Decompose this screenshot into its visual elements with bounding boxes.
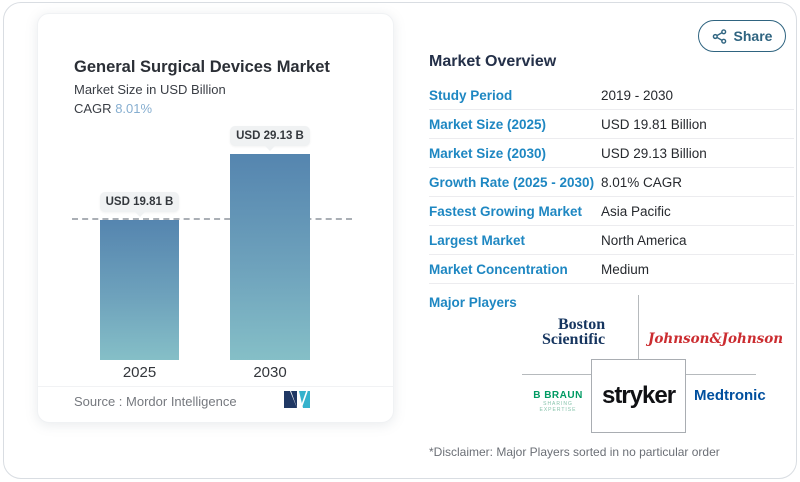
table-row-largest-market: Largest Market North America (429, 226, 794, 255)
infographic-page: Share General Surgical Devices Market Ma… (3, 2, 797, 479)
mordor-intelligence-logo (284, 390, 310, 409)
chart-subtitle: Market Size in USD Billion (74, 82, 226, 97)
bar-group-2030: USD 29.13 B (230, 126, 310, 360)
b-braun-name: B BRAUN (533, 390, 583, 401)
bar-group-2025: USD 19.81 B (100, 192, 179, 360)
share-icon (712, 28, 726, 44)
stryker-logo-box: stryker (591, 359, 686, 433)
chart-cagr: CAGR 8.01% (74, 101, 152, 116)
row-value: 8.01% CAGR (601, 174, 683, 190)
boston-scientific-line1: Boston (558, 316, 606, 333)
bar-value-chip-2025: USD 19.81 B (100, 192, 179, 212)
row-value: USD 29.13 Billion (601, 145, 707, 161)
row-value: Medium (601, 261, 650, 277)
card-footer-divider (38, 386, 393, 387)
cagr-value: 8.01% (115, 101, 153, 116)
bar-value-chip-2030: USD 29.13 B (230, 126, 310, 146)
share-button[interactable]: Share (698, 20, 786, 52)
chip-pointer (265, 146, 275, 151)
boston-scientific-logo: Boston Scientific (542, 316, 628, 348)
table-row-growth-rate: Growth Rate (2025 - 2030) 8.01% CAGR (429, 168, 794, 197)
players-divider-horizontal-right (686, 374, 756, 375)
players-divider-vertical (638, 295, 639, 360)
row-label: Market Size (2030) (429, 145, 547, 161)
row-value: Asia Pacific (601, 203, 671, 219)
x-axis-label-2030: 2030 (253, 364, 287, 381)
johnson-and-johnson-logo: Johnson&Johnson (648, 331, 784, 347)
table-row-market-size-2025: Market Size (2025) USD 19.81 Billion (429, 110, 794, 139)
bar-2025 (100, 220, 179, 360)
stryker-logo: stryker (601, 382, 676, 409)
major-players-label: Major Players (429, 295, 517, 310)
table-row-fastest-growing-market: Fastest Growing Market Asia Pacific (429, 197, 794, 226)
row-value: North America (601, 232, 687, 248)
row-label: Fastest Growing Market (429, 203, 583, 219)
source-text: Source : Mordor Intelligence (74, 394, 237, 409)
row-value: 2019 - 2030 (601, 87, 674, 103)
chart-title: General Surgical Devices Market (74, 58, 330, 76)
bar-2030 (230, 154, 310, 360)
b-braun-logo: B BRAUN SHARING EXPERTISE (528, 390, 588, 413)
row-label: Study Period (429, 87, 513, 103)
table-row-market-size-2030: Market Size (2030) USD 29.13 Billion (429, 139, 794, 168)
table-row-market-concentration: Market Concentration Medium (429, 255, 794, 284)
medtronic-logo: Medtronic (694, 387, 766, 404)
table-row-study-period: Study Period 2019 - 2030 (429, 81, 794, 110)
market-chart-card: General Surgical Devices Market Market S… (37, 13, 394, 423)
row-label: Market Size (2025) (429, 116, 547, 132)
row-label: Largest Market (429, 232, 526, 248)
share-label: Share (733, 28, 773, 44)
overview-table: Study Period 2019 - 2030 Market Size (20… (429, 81, 794, 284)
row-label: Market Concentration (429, 261, 568, 277)
row-value: USD 19.81 Billion (601, 116, 707, 132)
cagr-label: CAGR (74, 101, 112, 116)
disclaimer-text: *Disclaimer: Major Players sorted in no … (429, 445, 720, 459)
row-label: Growth Rate (2025 - 2030) (429, 174, 595, 190)
b-braun-tagline: SHARING EXPERTISE (539, 401, 577, 413)
chip-pointer (134, 212, 145, 217)
boston-scientific-line2: Scientific (542, 331, 606, 348)
players-divider-horizontal-left (522, 374, 591, 375)
x-axis-label-2025: 2025 (122, 364, 157, 381)
overview-heading: Market Overview (429, 53, 557, 70)
